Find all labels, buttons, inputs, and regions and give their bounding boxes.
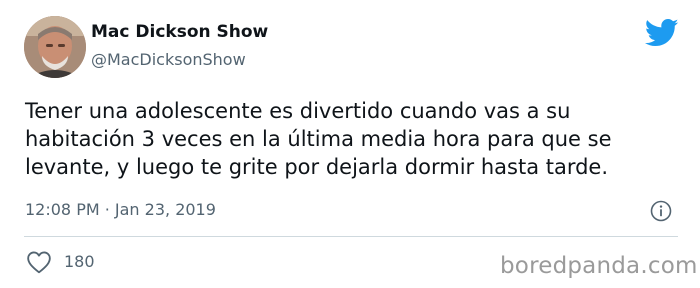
avatar-image bbox=[24, 16, 86, 78]
like-count: 180 bbox=[64, 252, 95, 271]
watermark: boredpanda.com bbox=[500, 253, 698, 279]
tweet-line: Tener una adolescente es divertido cuand… bbox=[25, 99, 571, 123]
tweet-text: Tener una adolescente es divertido cuand… bbox=[25, 97, 685, 181]
twitter-bird-icon[interactable] bbox=[645, 18, 679, 48]
tweet-line: levante, y luego te grite por dejarla do… bbox=[25, 155, 609, 179]
heart-icon[interactable] bbox=[26, 250, 52, 274]
tweet-line: habitación 3 veces en la última media ho… bbox=[25, 127, 612, 151]
info-icon[interactable] bbox=[650, 200, 672, 222]
author-name[interactable]: Mac Dickson Show bbox=[91, 22, 268, 42]
tweet-card: Mac Dickson Show @MacDicksonShow Tener u… bbox=[0, 0, 700, 288]
tweet-timestamp[interactable]: 12:08 PM · Jan 23, 2019 bbox=[25, 200, 216, 219]
author-handle[interactable]: @MacDicksonShow bbox=[91, 50, 246, 69]
avatar[interactable] bbox=[24, 16, 86, 78]
divider bbox=[24, 236, 678, 237]
